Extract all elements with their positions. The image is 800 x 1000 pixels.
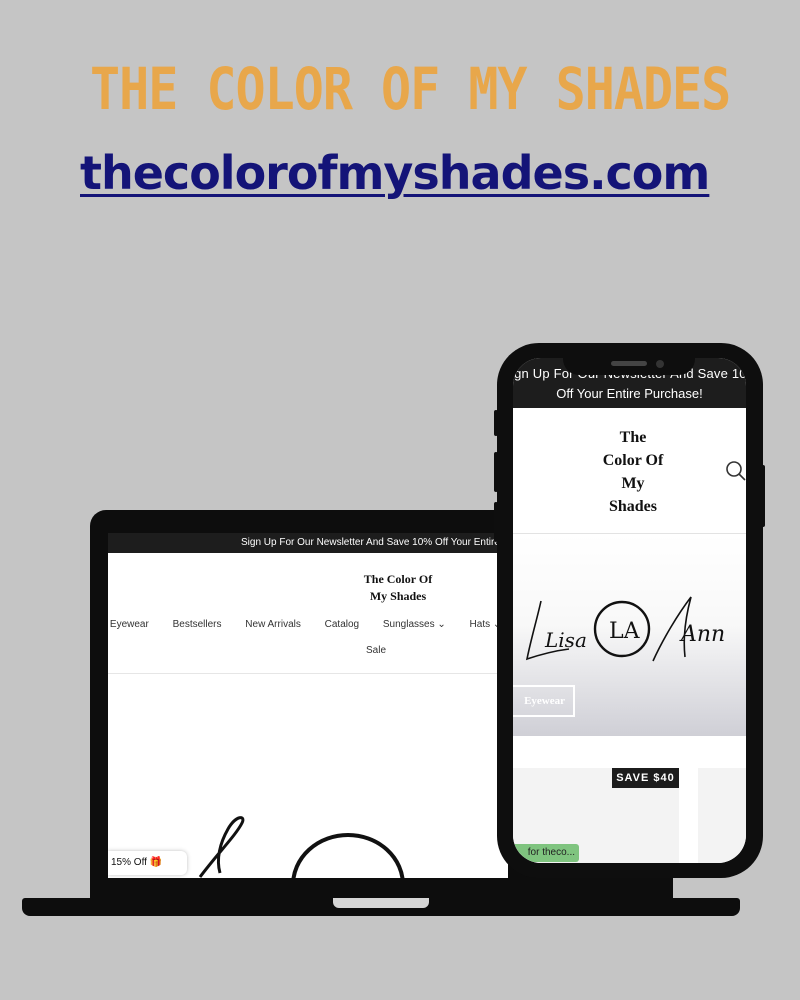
discount-label: 15% Off [111, 857, 147, 868]
promo-pill[interactable]: for theco... [513, 844, 579, 862]
store-logo[interactable]: The Color Of My Shades [328, 571, 468, 605]
header-divider [108, 673, 508, 674]
brand-monogram: LA [609, 619, 641, 644]
store-logo[interactable]: The Color Of My Shades [573, 426, 693, 518]
hero-banner: Lisa LA Ann Eyewear [513, 534, 746, 736]
store-logo-line: My Shades [369, 589, 427, 603]
gift-icon: 🎁 [149, 857, 163, 868]
product-card[interactable] [698, 768, 746, 863]
store-logo-line: My [621, 475, 645, 492]
nav-item-catalog[interactable]: Catalog [325, 619, 359, 630]
phone-button [494, 452, 498, 492]
laptop-notch [333, 898, 429, 908]
store-logo-line: Shades [608, 498, 658, 515]
discount-badge[interactable]: 15% Off 🎁 [108, 851, 187, 875]
store-logo-line: The [619, 429, 647, 446]
brand-logo-lisa-ann: Lisa LA Ann [525, 596, 725, 662]
nav-item-eyewear[interactable]: nn Eyewear [108, 619, 149, 630]
main-nav: nn Eyewear Bestsellers New Arrivals Cata… [108, 619, 508, 630]
laptop-screen: Sign Up For Our Newsletter And Save 10% … [108, 533, 508, 878]
nav-item-new-arrivals[interactable]: New Arrivals [245, 619, 301, 630]
site-link[interactable]: thecolorofmyshades.com [80, 146, 710, 200]
nav-item-sunglasses[interactable]: Sunglasses ⌄ [383, 619, 446, 630]
brand-script-left: Lisa [544, 628, 587, 652]
phone-button [494, 502, 498, 542]
nav-item-sale[interactable]: Sale [366, 645, 386, 656]
search-icon[interactable] [725, 460, 746, 482]
announcement-bar[interactable]: Sign Up For Our Newsletter And Save 10% … [108, 533, 508, 553]
nav-item-bestsellers[interactable]: Bestsellers [173, 619, 222, 630]
shop-eyewear-button[interactable]: Eyewear [513, 685, 575, 717]
store-logo-line: The Color Of [363, 572, 433, 586]
announcement-line: Off Your Entire Purchase! [556, 386, 703, 401]
brand-script-right: Ann [679, 622, 725, 647]
speaker-grille [611, 361, 647, 366]
section-gap [513, 736, 746, 768]
headline: THE COLOR OF MY SHADES [90, 56, 731, 123]
phone-button [761, 465, 765, 527]
phone-button [494, 410, 498, 436]
phone-screen: ign Up For Our Newsletter And Save 10 Of… [513, 358, 746, 863]
store-logo-line: Color Of [602, 452, 664, 469]
front-camera [656, 360, 664, 368]
save-badge: SAVE $40 [612, 768, 679, 788]
